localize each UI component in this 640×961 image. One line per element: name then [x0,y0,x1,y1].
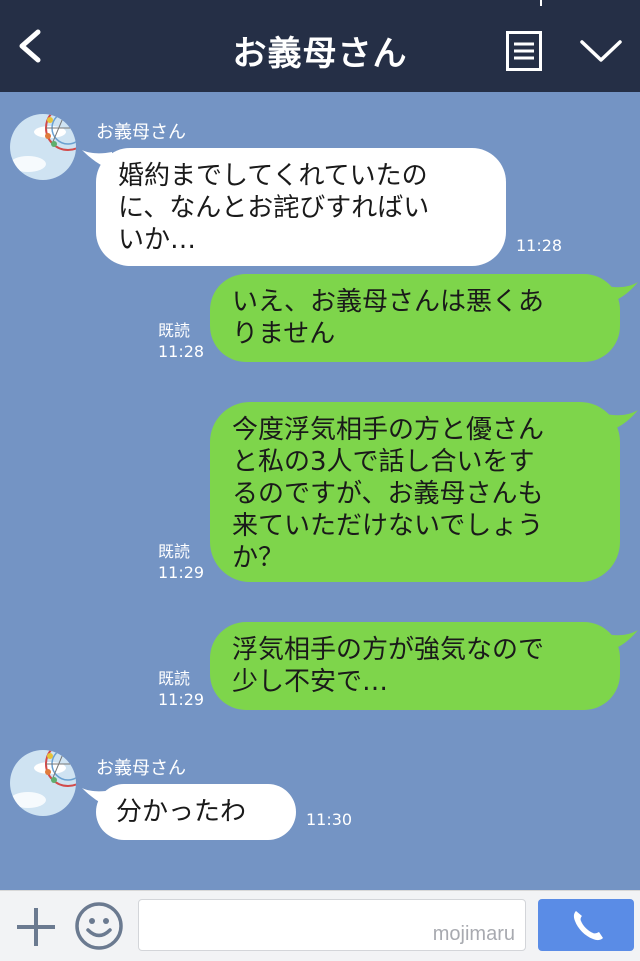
phone-icon [573,911,603,941]
chat-title: お義母さん [232,34,408,74]
message-time: 11:28 [158,342,205,361]
message-line: りません [232,319,336,349]
watermark: mojimaru [432,923,515,945]
message-input[interactable]: mojimaru [138,899,526,951]
read-label: 既読 [158,542,191,561]
input-bar: mojimaru [0,890,640,961]
avatar[interactable] [10,750,76,816]
message-line: に、なんとお詫びすればい [118,193,430,223]
avatar[interactable] [10,114,76,180]
menu-lines-icon [506,31,542,71]
smiley-icon [75,902,123,950]
message-line: いか… [118,225,197,255]
chat-header: お義母さん [0,0,640,92]
message-bubble[interactable]: いえ、お義母さんは悪くあ りません [210,274,620,362]
message-line: か？ [232,543,285,573]
expand-button[interactable] [578,36,624,66]
message-line: 来ていただけないでしょう [232,511,544,541]
message-bubble[interactable]: 浮気相手の方が強気なので 少し不安で… [210,622,620,710]
emoji-button[interactable] [74,901,124,951]
plus-button[interactable] [14,905,58,949]
ferris-wheel-avatar-icon [10,114,76,180]
message-time: 11:28 [516,236,563,255]
plus-icon [17,908,55,946]
read-receipt: 既読 11:29 [158,541,204,583]
ferris-wheel-avatar-icon [10,750,76,816]
message-bubble[interactable]: 今度浮気相手の方と優さん と私の3人で話し合いをす るのですが、お義母さんも 来… [210,402,620,582]
call-button[interactable] [538,899,634,951]
message-time: 11:30 [306,810,353,829]
chevron-down-icon [580,40,622,62]
message-line: 今度浮気相手の方と優さん [232,415,545,445]
message-line: 少し不安で… [232,667,389,697]
message-time: 11:29 [158,563,205,582]
message-bubble[interactable]: 分かったわ [96,784,296,840]
message-line: るのですが、お義母さんも [232,479,544,509]
message-bubble[interactable]: 婚約までしてくれていたの に、なんとお詫びすればい いか… [96,148,506,266]
menu-button[interactable] [506,31,542,71]
read-receipt: 既読 11:28 [158,320,204,362]
message-line: 婚約までしてくれていたの [118,161,428,191]
message-line: 浮気相手の方が強気なので [232,635,545,665]
status-mark [540,0,542,6]
message-line: 分かったわ [116,797,247,827]
read-receipt: 既読 11:29 [158,668,204,710]
read-label: 既読 [158,321,191,340]
sender-name: お義母さん [96,122,186,143]
read-label: 既読 [158,669,191,688]
message-line: いえ、お義母さんは悪くあ [232,287,545,317]
message-time: 11:29 [158,690,205,709]
message-line: と私の3人で話し合いをす [232,447,535,477]
sender-name: お義母さん [96,758,186,779]
